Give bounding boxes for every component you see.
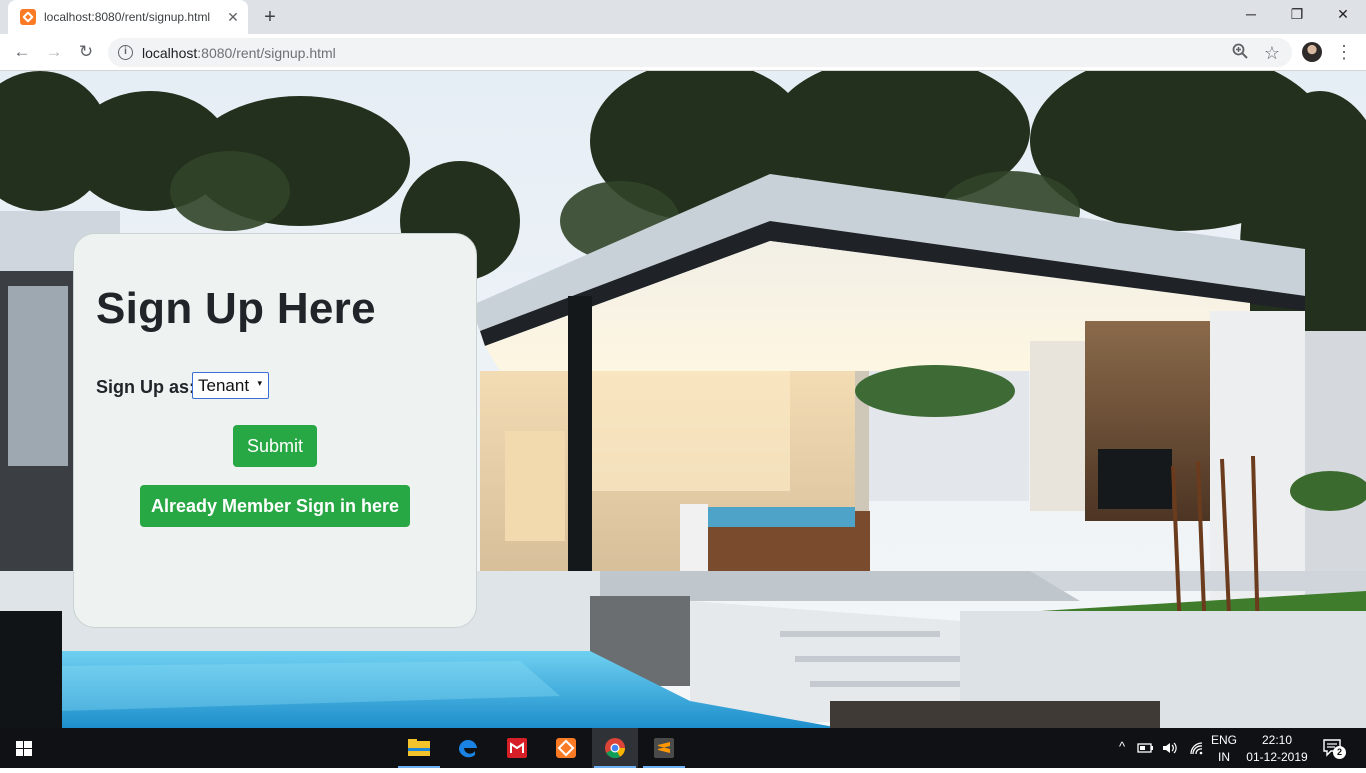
role-select-value: Tenant — [198, 376, 250, 395]
notification-count-badge: 2 — [1333, 746, 1346, 759]
windows-taskbar: ^ ENG IN 22:10 01-12-2019 2 — [0, 728, 1366, 768]
wifi-icon[interactable] — [1188, 740, 1206, 756]
clock-time: 22:10 — [1261, 733, 1293, 747]
taskbar-reader[interactable] — [494, 728, 540, 768]
minimize-button[interactable]: ─ — [1228, 0, 1274, 30]
page-viewport: Sign Up Here Sign Up as: Tenant ▾ Submit… — [0, 71, 1366, 728]
notifications-button[interactable]: 2 — [1322, 737, 1346, 759]
file-explorer-icon — [408, 739, 430, 756]
close-window-button[interactable]: ✕ — [1320, 0, 1366, 30]
sublime-text-icon — [654, 738, 674, 758]
clock[interactable]: 22:10 01-12-2019 — [1246, 733, 1308, 764]
browser-tab[interactable]: localhost:8080/rent/signup.html ✕ — [8, 0, 248, 34]
page-title: Sign Up Here — [96, 284, 376, 333]
taskbar-edge[interactable] — [445, 728, 491, 768]
input-language[interactable]: ENG IN — [1210, 733, 1238, 764]
taskbar-file-explorer[interactable] — [396, 728, 442, 768]
reload-button[interactable]: ↻ — [74, 40, 98, 64]
signup-card: Sign Up Here Sign Up as: Tenant ▾ Submit… — [73, 233, 477, 628]
forward-button[interactable]: → — [42, 40, 66, 64]
taskbar-chrome[interactable] — [592, 728, 638, 768]
xampp-icon — [20, 9, 36, 25]
language-code: ENG — [1210, 733, 1237, 747]
submit-button[interactable]: Submit — [233, 425, 317, 467]
start-button[interactable] — [0, 728, 48, 768]
new-tab-button[interactable]: + — [258, 6, 282, 30]
clock-date: 01-12-2019 — [1246, 750, 1308, 764]
browser-menu-icon[interactable]: ⋮ — [1334, 40, 1354, 64]
url-host: localhost — [142, 45, 198, 61]
volume-icon[interactable] — [1161, 740, 1179, 756]
browser-toolbar: ← → ↻ i localhost:8080/rent/signup.html … — [0, 34, 1366, 71]
url-text[interactable]: localhost:8080/rent/signup.html — [142, 45, 336, 61]
role-select[interactable]: Tenant ▾ — [192, 372, 269, 399]
tab-close-icon[interactable]: ✕ — [224, 8, 242, 26]
back-button[interactable]: ← — [10, 40, 34, 64]
taskbar-xampp[interactable] — [543, 728, 589, 768]
signup-as-label: Sign Up as: — [96, 377, 196, 397]
address-bar[interactable]: i localhost:8080/rent/signup.html ☆ — [108, 38, 1292, 67]
region-code: IN — [1218, 750, 1230, 764]
battery-icon[interactable] — [1137, 740, 1155, 756]
zoom-icon[interactable] — [1230, 43, 1250, 63]
restore-button[interactable]: ❐ — [1274, 0, 1320, 30]
windows-logo-icon — [16, 741, 32, 756]
site-info-icon[interactable]: i — [118, 45, 133, 60]
chrome-icon — [605, 738, 626, 759]
xampp-icon — [556, 738, 576, 758]
profile-avatar[interactable] — [1302, 42, 1322, 62]
reader-icon — [507, 738, 527, 758]
sign-in-button[interactable]: Already Member Sign in here — [140, 485, 410, 527]
tray-overflow-chevron-icon[interactable]: ^ — [1114, 739, 1130, 754]
browser-titlebar: localhost:8080/rent/signup.html ✕ + ─ ❐ … — [0, 0, 1366, 34]
edge-icon — [458, 739, 477, 758]
bookmark-star-icon[interactable]: ☆ — [1262, 43, 1282, 63]
url-path: :8080/rent/signup.html — [197, 45, 336, 61]
chevron-down-icon: ▾ — [257, 378, 262, 388]
taskbar-sublime[interactable] — [641, 728, 687, 768]
tab-title: localhost:8080/rent/signup.html — [44, 10, 211, 24]
